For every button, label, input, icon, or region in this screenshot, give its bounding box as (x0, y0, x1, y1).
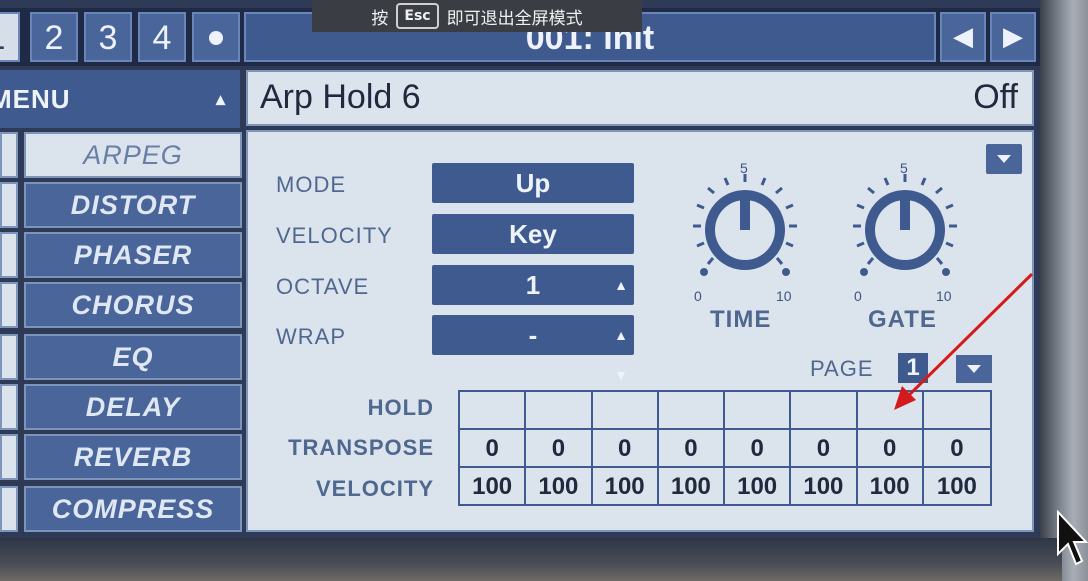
hold-step-cell[interactable] (725, 392, 792, 430)
transpose-step-cell[interactable]: 0 (791, 430, 858, 468)
hold-step-cell[interactable] (658, 392, 725, 430)
hint-prefix: 按 (371, 8, 389, 29)
hint-suffix: 即可退出全屏模式 (446, 8, 583, 29)
wrap-label: WRAP (276, 324, 346, 349)
wrap-field[interactable]: - ▲ ▼ (432, 315, 634, 383)
page-label: PAGE (810, 356, 874, 381)
esc-key-badge: Esc (396, 3, 439, 29)
spinner-icon: ▴ (215, 89, 226, 109)
tab-2[interactable]: 2 (30, 12, 78, 62)
preset-state: Off (973, 78, 1018, 116)
side-item-chorus[interactable]: CHORUS (24, 282, 242, 328)
side-item-distort[interactable]: DISTORT (24, 182, 242, 228)
hold-step-cell[interactable] (460, 392, 527, 430)
tab-4[interactable]: 4 (138, 12, 186, 62)
time-knob[interactable]: 5 0 10 (680, 160, 810, 310)
velocity-field[interactable]: Key (432, 214, 634, 254)
side-item-delay[interactable]: DELAY (24, 384, 242, 430)
knob-dial-icon (693, 174, 797, 276)
menu-select[interactable]: MENU ▴ (0, 70, 240, 128)
mode-label: MODE (276, 172, 346, 197)
time-label: TIME (710, 306, 772, 333)
side-stub (0, 486, 18, 532)
transpose-step-cell[interactable]: 0 (857, 430, 924, 468)
triangle-right-icon: ▶ (1003, 22, 1023, 52)
mode-field[interactable]: Up (432, 163, 634, 203)
velocity-row-label: VELOCITY (315, 476, 434, 501)
octave-field[interactable]: 1 ▲▼ (432, 265, 634, 333)
hold-step-cell[interactable] (526, 392, 593, 430)
side-stub (0, 132, 18, 178)
side-item-arpeg[interactable]: ARPEG (24, 132, 242, 178)
side-stub (0, 434, 18, 480)
side-stub (0, 384, 18, 430)
transpose-step-cell[interactable]: 0 (460, 430, 527, 468)
velocity-step-cell[interactable]: 100 (593, 468, 659, 506)
gate-min: 0 (854, 288, 862, 304)
side-item-reverb[interactable]: REVERB (24, 434, 242, 480)
velocity-step-cell[interactable]: 100 (858, 468, 924, 506)
panel-dropdown-button[interactable] (986, 144, 1022, 174)
fullscreen-hint: 按 Esc 即可退出全屏模式 (312, 0, 642, 32)
tab-dot[interactable] (192, 12, 240, 62)
transpose-step-cell[interactable]: 0 (592, 430, 659, 468)
velocity-step-cell[interactable]: 100 (725, 468, 792, 506)
velocity-step-cell[interactable]: 100 (659, 468, 725, 506)
side-item-phaser[interactable]: PHASER (24, 232, 242, 278)
velocity-step-cell[interactable]: 100 (791, 468, 858, 506)
spinner-icon: ▲▼ (614, 327, 628, 383)
tab-1[interactable]: 1 (0, 12, 20, 62)
transpose-step-cell[interactable]: 0 (658, 430, 725, 468)
wrap-value: - (528, 320, 538, 350)
side-item-compress[interactable]: COMPRESS (24, 486, 242, 532)
gate-mid: 5 (900, 160, 908, 176)
velocity-label: VELOCITY (276, 223, 393, 248)
octave-value: 1 (525, 270, 541, 300)
velocity-step-cell[interactable]: 100 (924, 468, 990, 506)
side-item-eq[interactable]: EQ (24, 334, 242, 380)
window-bottom-edge (0, 538, 1062, 581)
triangle-left-icon: ◀ (953, 22, 973, 52)
dot-icon (209, 31, 223, 45)
mouse-cursor-icon (1057, 510, 1088, 566)
hold-step-cell[interactable] (592, 392, 659, 430)
annotation-arrow-icon (894, 272, 1034, 410)
tab-3[interactable]: 3 (84, 12, 132, 62)
side-stub (0, 232, 18, 278)
transpose-step-cell[interactable]: 0 (725, 430, 792, 468)
time-max: 10 (776, 288, 792, 304)
transpose-step-cell[interactable]: 0 (923, 430, 990, 468)
side-stub (0, 334, 18, 380)
transpose-row-label: TRANSPOSE (288, 435, 434, 460)
preset-name: Arp Hold 6 (260, 78, 421, 116)
hold-row-label: HOLD (367, 395, 434, 420)
octave-label: OCTAVE (276, 274, 370, 299)
hold-step-cell[interactable] (791, 392, 858, 430)
menu-label: MENU (0, 84, 71, 114)
transpose-step-cell[interactable]: 0 (526, 430, 593, 468)
next-patch-button[interactable]: ▶ (990, 12, 1036, 62)
side-stub (0, 182, 18, 228)
time-max-mid: 5 (740, 160, 748, 176)
velocity-step-cell[interactable]: 100 (460, 468, 527, 506)
time-min: 0 (694, 288, 702, 304)
velocity-step-cell[interactable]: 100 (526, 468, 593, 506)
preset-display[interactable]: Arp Hold 6 Off (246, 70, 1034, 126)
prev-patch-button[interactable]: ◀ (940, 12, 986, 62)
window-edge (1040, 0, 1088, 581)
side-stub (0, 282, 18, 328)
